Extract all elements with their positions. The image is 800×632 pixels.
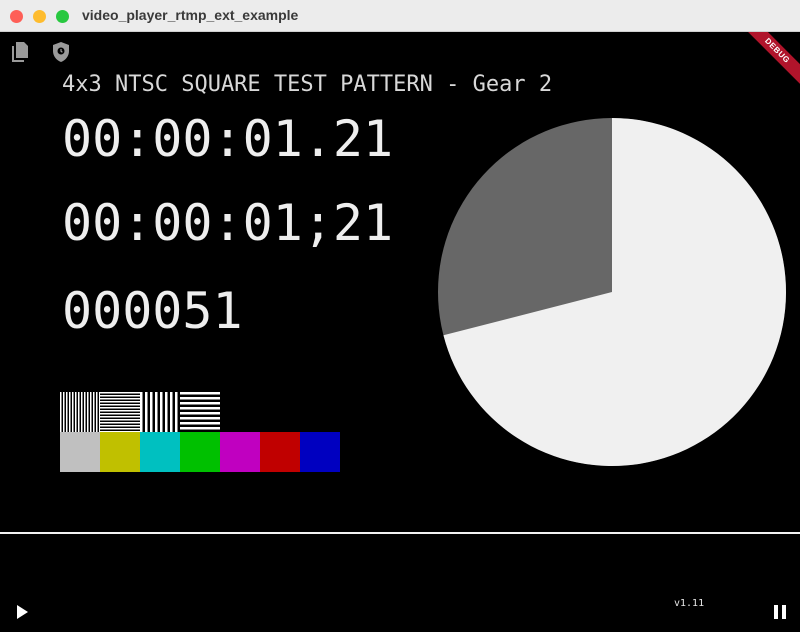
frame-counter: 000051 — [62, 282, 243, 340]
color-bar — [220, 432, 260, 472]
version-label: v1.11 — [674, 598, 705, 609]
title-bar: video_player_rtmp_ext_example — [0, 0, 800, 32]
resolution-block-2 — [100, 392, 140, 432]
color-bar — [100, 432, 140, 472]
color-bar — [180, 432, 220, 472]
app-window: video_player_rtmp_ext_example 4x3 NTSC S… — [0, 0, 800, 632]
seek-bar[interactable] — [0, 532, 800, 534]
resolution-block-1 — [60, 392, 100, 432]
window-title: video_player_rtmp_ext_example — [82, 7, 299, 23]
shield-icon[interactable] — [49, 40, 73, 64]
debug-label: DEBUG — [740, 32, 800, 88]
resolution-block-4 — [180, 392, 220, 432]
color-bar — [300, 432, 340, 472]
color-bar — [260, 432, 300, 472]
color-bar — [140, 432, 180, 472]
maximize-window-button[interactable] — [56, 10, 69, 23]
app-content: 4x3 NTSC SQUARE TEST PATTERN - Gear 2 00… — [0, 32, 800, 632]
close-window-button[interactable] — [10, 10, 23, 23]
copy-icon[interactable] — [8, 40, 32, 64]
resolution-block-3 — [140, 392, 180, 432]
progress-pie — [438, 118, 786, 466]
minimize-window-button[interactable] — [33, 10, 46, 23]
debug-banner: DEBUG — [740, 32, 800, 92]
timecode-semicolon: 00:00:01;21 — [62, 194, 394, 252]
test-bars — [60, 392, 340, 472]
video-surface[interactable]: 4x3 NTSC SQUARE TEST PATTERN - Gear 2 00… — [0, 32, 800, 532]
color-bar — [60, 432, 100, 472]
timecode-dot: 00:00:01.21 — [62, 110, 394, 168]
pause-icon[interactable] — [770, 602, 790, 622]
play-icon[interactable] — [12, 602, 32, 622]
test-pattern-title: 4x3 NTSC SQUARE TEST PATTERN - Gear 2 — [62, 72, 553, 97]
